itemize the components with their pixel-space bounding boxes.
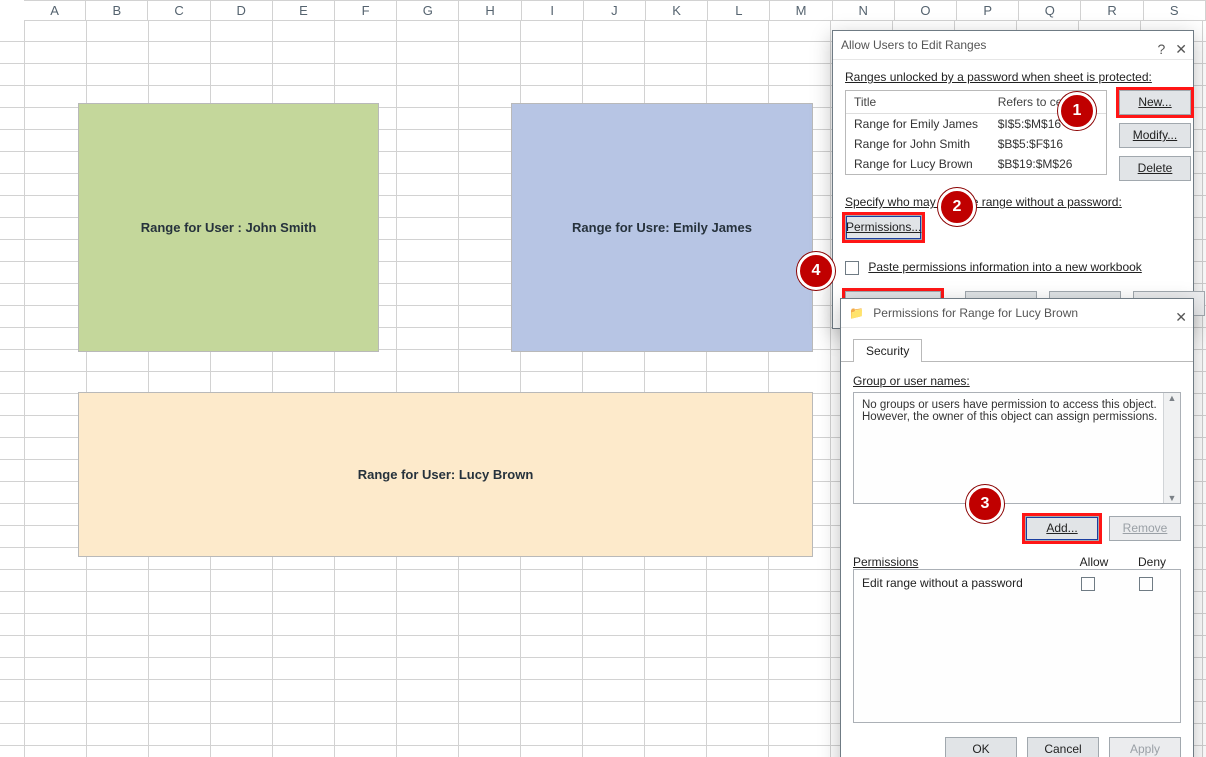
deny-checkbox[interactable] bbox=[1139, 577, 1153, 591]
col-header[interactable]: L bbox=[708, 0, 770, 20]
allow-checkbox[interactable] bbox=[1081, 577, 1095, 591]
dialog-title: Allow Users to Edit Ranges bbox=[841, 38, 986, 52]
folder-icon: 📁 bbox=[849, 306, 864, 320]
col-header[interactable]: O bbox=[895, 0, 957, 20]
add-label: Add... bbox=[1046, 517, 1077, 539]
dialog-titlebar: Allow Users to Edit Ranges ? ✕ bbox=[833, 31, 1193, 60]
row-ref: $B$19:$M$26 bbox=[990, 154, 1106, 174]
close-icon[interactable]: ✕ bbox=[1175, 303, 1187, 331]
step-badge-4: 4 bbox=[797, 252, 835, 290]
modify-button[interactable]: Modify... bbox=[1119, 123, 1191, 148]
col-header[interactable]: B bbox=[86, 0, 148, 20]
range-john-smith: Range for User : John Smith bbox=[78, 103, 379, 352]
col-header[interactable]: C bbox=[148, 0, 210, 20]
allow-header: Allow bbox=[1065, 555, 1123, 569]
step-badge-1: 1 bbox=[1058, 92, 1096, 130]
group-names-text: No groups or users have permission to ac… bbox=[862, 399, 1157, 423]
range-emily-james: Range for Usre: Emily James bbox=[511, 103, 813, 352]
paste-checkbox[interactable] bbox=[845, 261, 859, 275]
col-header[interactable]: E bbox=[273, 0, 335, 20]
close-icon[interactable]: ✕ bbox=[1175, 35, 1187, 63]
range-label: Range for Usre: Emily James bbox=[572, 220, 752, 235]
remove-label: Remove bbox=[1123, 517, 1168, 539]
paste-label: Paste permissions information into a new… bbox=[868, 260, 1141, 274]
col-header[interactable]: A bbox=[24, 0, 86, 20]
dialog-permissions: 📁 Permissions for Range for Lucy Brown ✕… bbox=[840, 298, 1194, 757]
col-header[interactable]: G bbox=[397, 0, 459, 20]
col-header[interactable]: N bbox=[833, 0, 895, 20]
table-row[interactable]: Range for John Smith $B$5:$F$16 bbox=[846, 134, 1106, 154]
group-names-list[interactable]: No groups or users have permission to ac… bbox=[853, 392, 1181, 504]
permissions-label: Permissions... bbox=[846, 216, 921, 238]
col-header[interactable]: H bbox=[459, 0, 521, 20]
scrollbar[interactable]: ▲ ▼ bbox=[1163, 393, 1180, 503]
col-header[interactable]: F bbox=[335, 0, 397, 20]
table-row[interactable]: Range for Lucy Brown $B$19:$M$26 bbox=[846, 154, 1106, 174]
col-header[interactable]: R bbox=[1081, 0, 1143, 20]
step-badge-2: 2 bbox=[938, 188, 976, 226]
permissions-label: Permissions bbox=[853, 555, 1065, 569]
delete-button[interactable]: Delete bbox=[1119, 156, 1191, 181]
header-title: Title bbox=[846, 91, 990, 113]
row-title: Range for Lucy Brown bbox=[846, 154, 990, 174]
add-button[interactable]: Add... bbox=[1025, 516, 1099, 541]
col-header[interactable]: P bbox=[957, 0, 1019, 20]
spreadsheet-area: ABCDEFGHIJKLMNOPQRS Range for User : Joh… bbox=[0, 0, 1206, 757]
step-badge-3: 3 bbox=[966, 485, 1004, 523]
help-icon[interactable]: ? bbox=[1157, 35, 1165, 63]
range-label: Range for User : John Smith bbox=[141, 220, 317, 235]
ok-button[interactable]: OK bbox=[945, 737, 1017, 757]
row-title: Range for Emily James bbox=[846, 114, 990, 134]
row-ref: $B$5:$F$16 bbox=[990, 134, 1106, 154]
range-label: Range for User: Lucy Brown bbox=[358, 467, 534, 482]
column-headers: ABCDEFGHIJKLMNOPQRS bbox=[24, 0, 1206, 21]
col-header[interactable]: I bbox=[522, 0, 584, 20]
dialog-title: Permissions for Range for Lucy Brown bbox=[873, 306, 1078, 320]
ranges-unlocked-label: Ranges unlocked by a password when sheet… bbox=[845, 70, 1152, 84]
range-lucy-brown: Range for User: Lucy Brown bbox=[78, 392, 813, 557]
col-header[interactable]: J bbox=[584, 0, 646, 20]
tab-security[interactable]: Security bbox=[853, 339, 922, 362]
col-header[interactable]: S bbox=[1144, 0, 1206, 20]
specify-label: Specify who may edit the range without a… bbox=[845, 195, 1122, 209]
col-header[interactable]: D bbox=[211, 0, 273, 20]
dialog-titlebar: 📁 Permissions for Range for Lucy Brown ✕ bbox=[841, 299, 1193, 328]
row-title: Range for John Smith bbox=[846, 134, 990, 154]
col-header[interactable]: Q bbox=[1019, 0, 1081, 20]
col-header[interactable]: M bbox=[770, 0, 832, 20]
col-header[interactable]: K bbox=[646, 0, 708, 20]
group-names-label: Group or user names: bbox=[853, 374, 970, 388]
dialog-allow-users-edit-ranges: Allow Users to Edit Ranges ? ✕ Ranges un… bbox=[832, 30, 1194, 329]
apply-button[interactable]: Apply bbox=[1109, 737, 1181, 757]
remove-button: Remove bbox=[1109, 516, 1181, 541]
new-button[interactable]: New... bbox=[1119, 90, 1191, 115]
permissions-list[interactable]: Edit range without a password bbox=[853, 569, 1181, 723]
permissions-button[interactable]: Permissions... bbox=[845, 215, 922, 240]
cancel-button[interactable]: Cancel bbox=[1027, 737, 1099, 757]
permission-item: Edit range without a password bbox=[862, 576, 1062, 590]
deny-header: Deny bbox=[1123, 555, 1181, 569]
